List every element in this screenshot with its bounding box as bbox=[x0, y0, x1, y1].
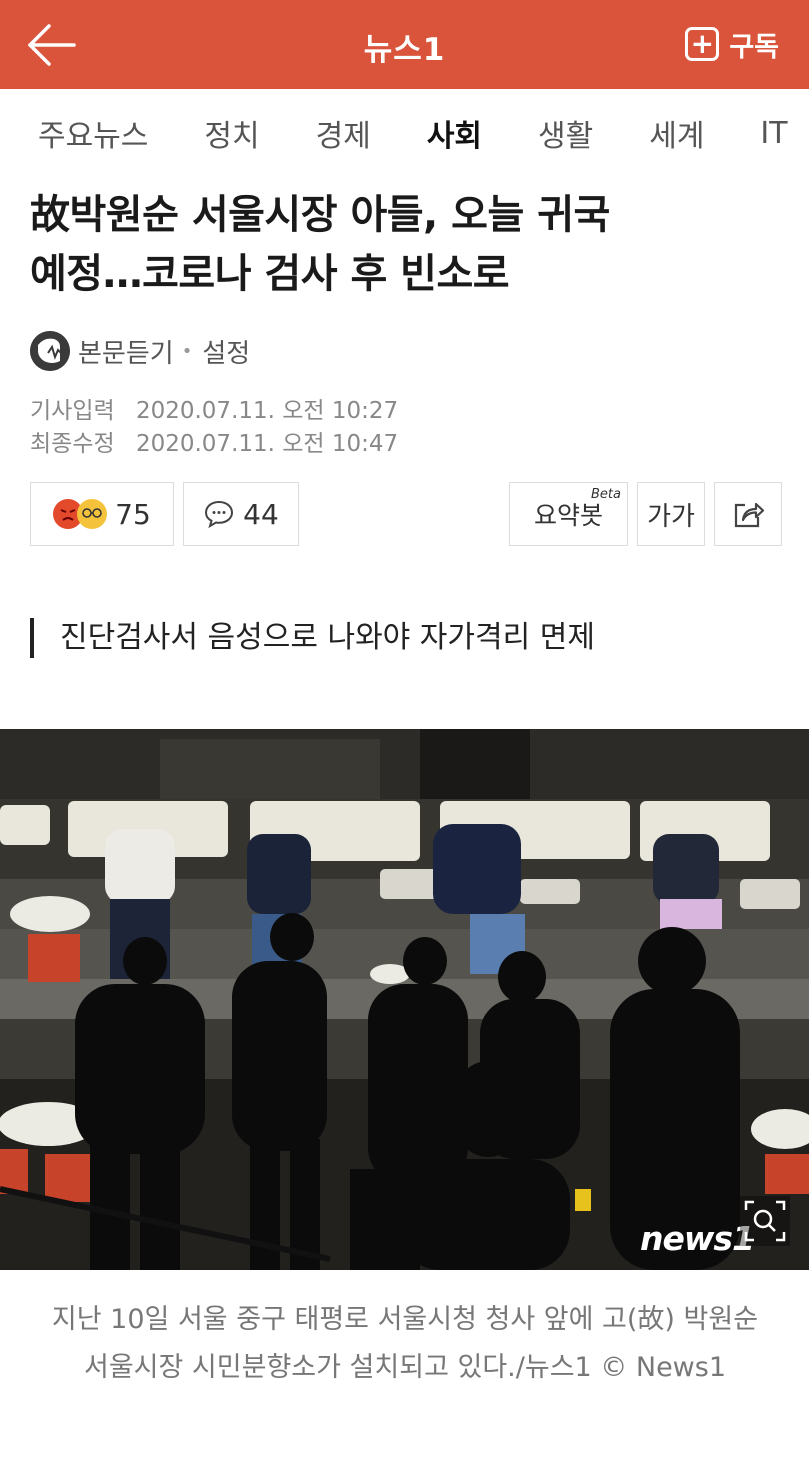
tab-economy[interactable]: 경제 bbox=[316, 111, 371, 155]
reaction-count: 75 bbox=[115, 497, 151, 531]
settings-button[interactable]: 설정 bbox=[202, 333, 250, 370]
article-title: 故박원순 서울시장 아들, 오늘 귀국 예정…코로나 검사 후 빈소로 bbox=[30, 186, 790, 304]
font-size-label: 가가 bbox=[647, 501, 695, 532]
updated-date: 최종수정 2020.07.11. 오전 10:47 bbox=[30, 424, 398, 458]
glasses-face-icon bbox=[77, 499, 108, 529]
article-title-line: 예정…코로나 검사 후 빈소로 bbox=[30, 251, 510, 297]
updated-value: 2020.07.11. 오전 10:47 bbox=[135, 431, 399, 457]
summary-bot-button[interactable]: 요약봇 Beta bbox=[509, 482, 628, 546]
tab-life[interactable]: 생활 bbox=[538, 111, 593, 155]
published-date: 기사입력 2020.07.11. 오전 10:27 bbox=[30, 391, 398, 425]
category-tabs: 주요뉴스 정치 경제 사회 생활 세계 IT bbox=[0, 89, 809, 177]
share-icon bbox=[734, 502, 765, 528]
listen-controls: 본문듣기 • 설정 bbox=[30, 330, 250, 372]
photo-watermark: news1 bbox=[640, 1219, 755, 1258]
tab-world[interactable]: 세계 bbox=[649, 111, 704, 155]
reaction-button[interactable]: 75 bbox=[30, 482, 174, 546]
share-button[interactable] bbox=[714, 482, 782, 546]
top-app-bar: 뉴스1 + 구독 bbox=[0, 0, 809, 89]
tab-it[interactable]: IT bbox=[760, 116, 787, 151]
listen-button[interactable]: 본문듣기 bbox=[78, 333, 174, 370]
comment-bubble-icon bbox=[205, 500, 234, 529]
speaker-face-icon[interactable] bbox=[30, 331, 70, 371]
photo-caption: 지난 10일 서울 중구 태평로 서울시청 청사 앞에 고(故) 박원순 서울시… bbox=[51, 1304, 759, 1383]
memorial-scene-illustration bbox=[0, 729, 809, 1270]
article-photo[interactable]: news1 bbox=[0, 729, 809, 1270]
tab-main-news[interactable]: 주요뉴스 bbox=[38, 111, 148, 155]
article-subheading: 진단검사서 음성으로 나와야 자가격리 면제 bbox=[30, 618, 595, 658]
zoom-icon bbox=[740, 1196, 790, 1246]
subscribe-button[interactable]: + 구독 bbox=[685, 24, 779, 64]
plus-icon: + bbox=[685, 27, 720, 61]
beta-badge: Beta bbox=[591, 487, 621, 502]
subscribe-label: 구독 bbox=[729, 31, 779, 63]
tab-politics[interactable]: 정치 bbox=[204, 111, 259, 155]
article-title-line: 故박원순 서울시장 아들, 오늘 귀국 bbox=[30, 192, 610, 238]
photo-zoom-button[interactable] bbox=[740, 1196, 790, 1246]
tab-society[interactable]: 사회 bbox=[427, 111, 482, 155]
separator-dot: • bbox=[181, 340, 193, 362]
updated-label: 최종수정 bbox=[30, 431, 115, 457]
font-size-button[interactable]: 가가 bbox=[637, 482, 705, 546]
published-value: 2020.07.11. 오전 10:27 bbox=[135, 398, 399, 424]
comment-count: 44 bbox=[243, 497, 279, 531]
published-label: 기사입력 bbox=[30, 398, 115, 424]
comment-button[interactable]: 44 bbox=[183, 482, 299, 546]
